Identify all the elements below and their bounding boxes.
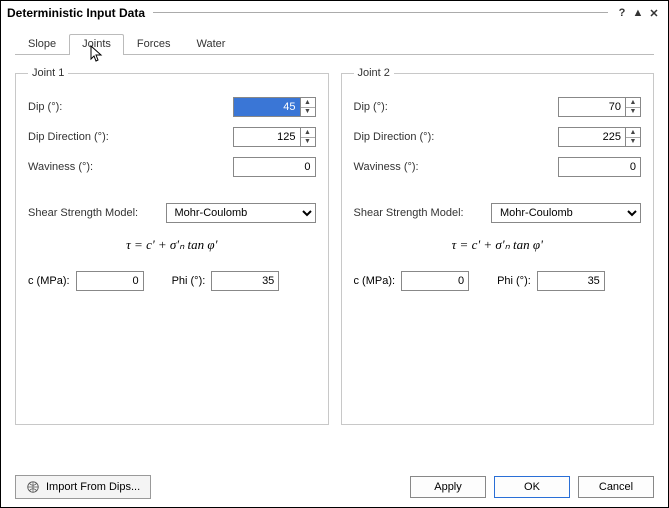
joint2-legend: Joint 2 [354,67,394,79]
tab-joints[interactable]: Joints [69,34,124,55]
joint1-phi-input[interactable] [211,271,279,291]
tab-slope[interactable]: Slope [15,34,69,55]
ok-button[interactable]: OK [494,476,570,498]
joint2-phi-label: Phi (°): [497,275,531,287]
joint1-dipdir-input[interactable] [233,127,301,147]
help-button[interactable]: ? [614,7,630,19]
joint1-dipdir-label: Dip Direction (°): [28,131,233,143]
joints-panel: Joint 1 Dip (°): ▲▼ Dip Direction (°): ▲… [1,55,668,425]
joint1-dip-input[interactable] [233,97,301,117]
joint2-c-input[interactable] [401,271,469,291]
joint1-wav-input[interactable] [233,157,316,177]
joint2-dipdir-spinner[interactable]: ▲▼ [626,127,641,147]
joint2-ssm-label: Shear Strength Model: [354,207,492,219]
joint2-dip-input[interactable] [558,97,626,117]
joint2-formula: τ = c' + σ'ₙ tan φ' [354,237,642,253]
apply-button[interactable]: Apply [410,476,486,498]
joint1-legend: Joint 1 [28,67,68,79]
joint1-phi-label: Phi (°): [172,275,206,287]
close-button[interactable]: ✕ [646,7,662,20]
joint1-formula: τ = c' + σ'ₙ tan φ' [28,237,316,253]
joint2-dipdir-label: Dip Direction (°): [354,131,559,143]
joint2-ssm-select[interactable]: Mohr-Coulomb [491,203,641,223]
joint2-dip-spinner[interactable]: ▲▼ [626,97,641,117]
title-rule [153,12,608,14]
footer-bar: Import From Dips... Apply OK Cancel [15,475,654,499]
joint2-dipdir-input[interactable] [558,127,626,147]
joint1-dipdir-spinner[interactable]: ▲▼ [301,127,316,147]
import-from-dips-button[interactable]: Import From Dips... [15,475,151,499]
cancel-button[interactable]: Cancel [578,476,654,498]
joint1-c-input[interactable] [76,271,144,291]
joint2-wav-label: Waviness (°): [354,161,559,173]
tab-strip: Slope Joints Forces Water [15,33,654,55]
import-from-dips-label: Import From Dips... [46,481,140,493]
joint1-dip-label: Dip (°): [28,101,233,113]
tab-forces[interactable]: Forces [124,34,184,55]
tab-water[interactable]: Water [184,34,239,55]
dialog-window: Deterministic Input Data ? ▲ ✕ Slope Joi… [0,0,669,508]
joint1-dip-spinner[interactable]: ▲▼ [301,97,316,117]
joint1-group: Joint 1 Dip (°): ▲▼ Dip Direction (°): ▲… [15,67,329,425]
joint2-c-label: c (MPa): [354,275,396,287]
joint1-ssm-select[interactable]: Mohr-Coulomb [166,203,316,223]
joint2-dip-label: Dip (°): [354,101,559,113]
joint1-c-label: c (MPa): [28,275,70,287]
joint2-wav-input[interactable] [558,157,641,177]
joint1-ssm-label: Shear Strength Model: [28,207,166,219]
joint1-wav-label: Waviness (°): [28,161,233,173]
collapse-button[interactable]: ▲ [630,7,646,19]
titlebar: Deterministic Input Data ? ▲ ✕ [1,1,668,25]
dialog-title: Deterministic Input Data [7,6,145,20]
joint2-group: Joint 2 Dip (°): ▲▼ Dip Direction (°): ▲… [341,67,655,425]
globe-icon [26,480,40,494]
joint2-phi-input[interactable] [537,271,605,291]
